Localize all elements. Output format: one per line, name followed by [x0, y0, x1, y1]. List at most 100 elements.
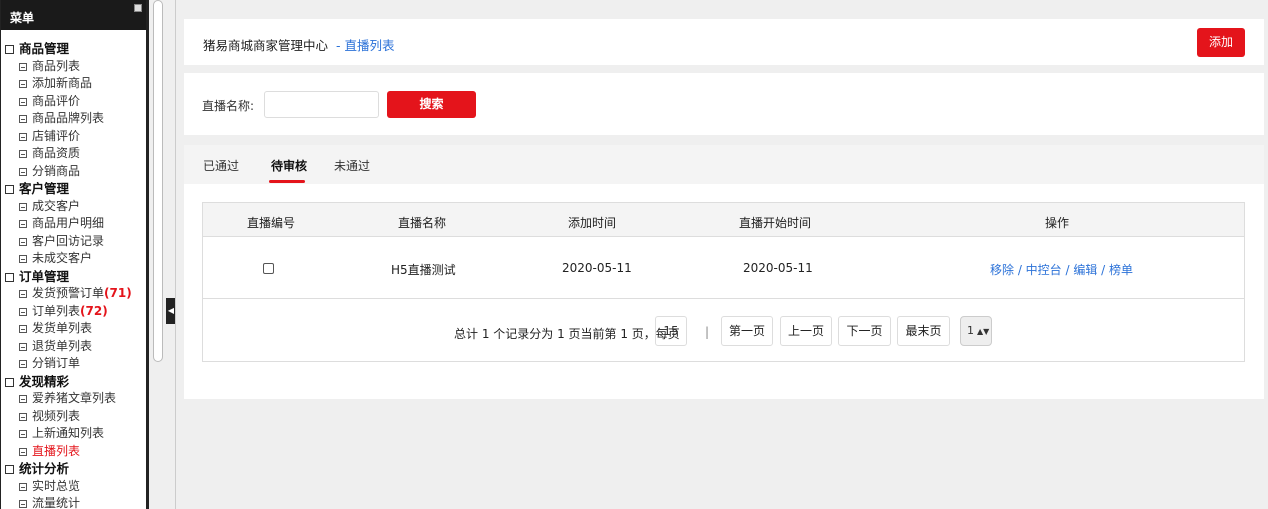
search-input[interactable]: [264, 91, 379, 118]
sidebar-header: 菜单: [1, 0, 146, 30]
col-actions: 操作: [1045, 216, 1070, 230]
sidebar-item[interactable]: 客户回访记录: [1, 233, 146, 251]
pagination-summary: 总计 1 个记录分为 1 页当前第 1 页，每页: [454, 327, 680, 341]
sidebar-item[interactable]: 直播列表: [1, 443, 146, 461]
sidebar-item-label: 分销订单: [32, 356, 81, 370]
collapse-box-icon: [5, 45, 14, 54]
content-panel: 已通过 待审核 未通过 直播编号 直播名称 添加时间 直播开始时间 操作 H5直…: [184, 145, 1264, 399]
page-size-input[interactable]: 15: [655, 316, 687, 346]
list-box-icon: [19, 325, 27, 333]
sidebar-item-label: 爱养猪文章列表: [32, 391, 117, 405]
sidebar-item[interactable]: 订单列表(72): [1, 303, 146, 321]
search-panel: 直播名称: 搜索: [184, 73, 1264, 135]
sidebar-item[interactable]: 成交客户: [1, 198, 146, 216]
row-checkbox[interactable]: [263, 263, 274, 274]
sidebar-item-label: 直播列表: [32, 443, 81, 458]
sidebar-menu: 商品管理商品列表添加新商品 商品评价商品品牌列表 店铺评价商品资质分销商品客户管理成…: [1, 30, 146, 509]
sidebar-group-label: 商品管理: [19, 41, 70, 56]
last-page-button[interactable]: 最末页: [897, 316, 950, 346]
sidebar-item[interactable]: 实时总览: [1, 478, 146, 496]
tab-pending[interactable]: 待审核: [271, 157, 307, 174]
tab-rejected[interactable]: 未通过: [334, 157, 370, 174]
list-box-icon: [19, 360, 27, 368]
pagination-separator: |: [705, 325, 710, 339]
sidebar-item[interactable]: 未成交客户: [1, 250, 146, 268]
sidebar-item-label: 商品评价: [32, 93, 81, 108]
sidebar-item-label: 分销商品: [32, 163, 81, 178]
list-box-icon: [19, 500, 27, 508]
search-button[interactable]: 搜索: [387, 91, 476, 118]
sidebar-item-label: 实时总览: [32, 478, 81, 493]
sidebar-item[interactable]: 发货单列表: [1, 320, 146, 338]
list-box-icon: [19, 290, 27, 298]
list-box-icon: [19, 62, 27, 71]
sidebar-item[interactable]: 发货预警订单(71): [1, 285, 146, 303]
sidebar-item-label: 未成交客户: [32, 251, 93, 265]
sidebar-item-label: 流量统计: [32, 496, 81, 509]
table-header: 直播编号 直播名称 添加时间 直播开始时间 操作: [203, 203, 1244, 237]
sidebar-item-count: (71): [104, 286, 132, 300]
sidebar-item[interactable]: 分销订单: [1, 355, 146, 373]
sidebar-item-label: 商品品牌列表: [32, 111, 105, 125]
sidebar-group-label: 发现精彩: [19, 373, 70, 389]
active-tab-indicator: [269, 180, 305, 183]
sidebar-item[interactable]: 爱养猪文章列表: [1, 390, 146, 408]
list-box-icon: [19, 482, 27, 491]
sidebar-group-label: 订单管理: [19, 268, 70, 284]
page-select-value: 1: [967, 324, 974, 337]
sidebar-item-label: 客户回访记录: [32, 233, 105, 248]
sidebar-group-label: 统计分析: [19, 461, 70, 476]
sidebar-group[interactable]: 发现精彩: [1, 373, 146, 391]
list-box-icon: [19, 220, 27, 228]
sidebar-item[interactable]: 上新通知列表: [1, 425, 146, 443]
list-box-icon: [19, 447, 27, 456]
sidebar-item[interactable]: 视频列表: [1, 408, 146, 426]
prev-page-button[interactable]: 上一页: [780, 316, 832, 346]
col-added-time: 添加时间: [568, 216, 617, 230]
sidebar-item-label: 上新通知列表: [32, 426, 105, 440]
tab-approved[interactable]: 已通过: [203, 157, 239, 174]
sidebar-group[interactable]: 订单管理: [1, 268, 146, 286]
row-actions-links[interactable]: 移除 / 中控台 / 编辑 / 榜单: [990, 261, 1133, 278]
collapse-box-icon: [5, 377, 14, 387]
list-box-icon: [19, 430, 27, 438]
sidebar-item[interactable]: 商品评价: [1, 93, 146, 111]
collapse-box-icon: [5, 185, 14, 194]
sidebar-item[interactable]: 商品品牌列表: [1, 110, 146, 128]
sidebar-item[interactable]: 商品用户明细: [1, 215, 146, 233]
cell-added-time: 2020-05-11: [562, 261, 632, 275]
sidebar: 菜单 商品管理商品列表添加新商品 商品评价商品品牌列表 店铺评价商品资质分销商品客户…: [0, 0, 149, 509]
list-box-icon: [19, 115, 27, 123]
list-box-icon: [19, 132, 27, 141]
sidebar-group[interactable]: 商品管理: [1, 40, 146, 58]
first-page-button[interactable]: 第一页: [721, 316, 773, 346]
sidebar-item[interactable]: 商品列表: [1, 58, 146, 76]
sidebar-item[interactable]: 退货单列表: [1, 338, 146, 356]
sidebar-toggle-icon[interactable]: [134, 4, 142, 12]
sidebar-scrollbar[interactable]: [153, 0, 163, 362]
sidebar-item-label: 店铺评价: [32, 128, 81, 143]
sidebar-item[interactable]: 分销商品: [1, 163, 146, 181]
sidebar-group-label: 客户管理: [19, 181, 70, 196]
sidebar-item[interactable]: 商品资质: [1, 145, 146, 163]
next-page-button[interactable]: 下一页: [838, 316, 891, 346]
divider: [175, 0, 176, 509]
site-title: 猪易商城商家管理中心: [203, 38, 329, 53]
select-arrows-icon: ▲▼: [977, 327, 990, 336]
sidebar-item[interactable]: 添加新商品: [1, 75, 146, 93]
header-panel: 猪易商城商家管理中心 - 直播列表 添加: [184, 19, 1264, 65]
sidebar-item[interactable]: 流量统计: [1, 495, 146, 509]
cell-live-name: H5直播测试: [391, 263, 456, 277]
sidebar-item-label: 商品列表: [32, 58, 81, 73]
page-select[interactable]: 1 ▲▼: [960, 316, 992, 346]
live-table: 直播编号 直播名称 添加时间 直播开始时间 操作 H5直播测试 2020-05-…: [202, 202, 1245, 362]
list-box-icon: [19, 412, 27, 421]
sidebar-item-label: 视频列表: [32, 408, 81, 423]
add-button[interactable]: 添加: [1197, 28, 1245, 57]
breadcrumb[interactable]: - 直播列表: [336, 38, 394, 53]
sidebar-item[interactable]: 店铺评价: [1, 128, 146, 146]
col-live-name: 直播名称: [398, 216, 447, 230]
sidebar-item-label: 商品资质: [32, 146, 81, 160]
sidebar-group[interactable]: 统计分析: [1, 460, 146, 478]
sidebar-group[interactable]: 客户管理: [1, 180, 146, 198]
